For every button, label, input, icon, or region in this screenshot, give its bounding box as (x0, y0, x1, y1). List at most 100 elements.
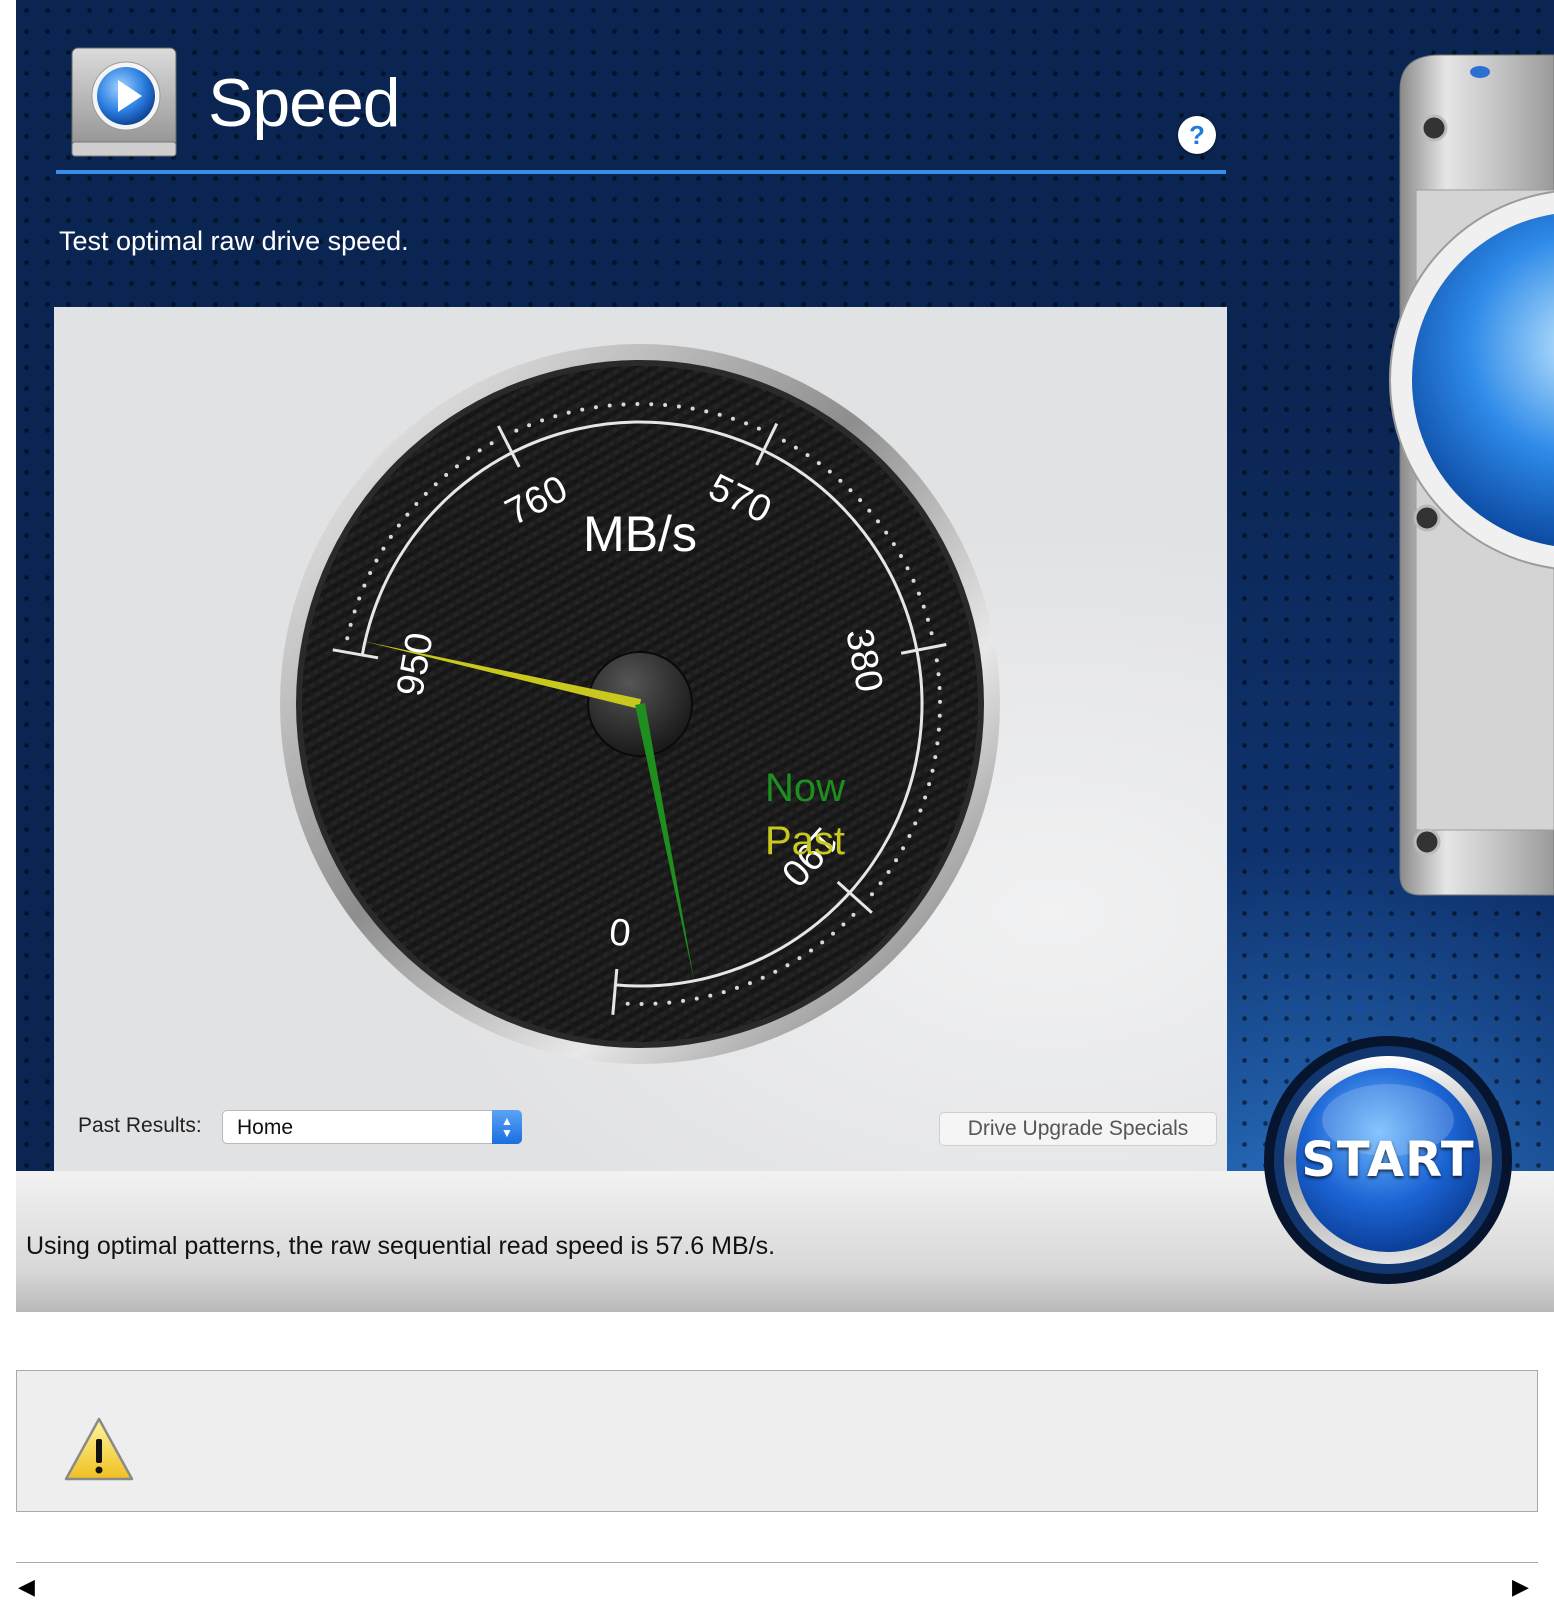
gauge-minor-tick (808, 948, 813, 953)
gauge-minor-tick (907, 833, 912, 838)
gauge-minor-tick (368, 570, 373, 575)
gauge-minor-tick (345, 636, 350, 641)
gauge-minor-tick (894, 858, 899, 863)
gauge-minor-tick (937, 699, 942, 704)
gauge-minor-tick (489, 441, 494, 446)
gauge-minor-tick (937, 713, 942, 718)
gauge-minor-tick (454, 464, 459, 469)
gauge-minor-tick (667, 1000, 672, 1005)
gauge-minor-tick (876, 519, 881, 524)
gauge-minor-tick (925, 617, 930, 622)
page-title: Speed (208, 65, 401, 141)
speed-gauge: 0190380570760950MB/sNowPast (280, 344, 1000, 1064)
gauge-minor-tick (805, 453, 810, 458)
gauge-minor-tick (374, 558, 379, 563)
gauge-minor-tick (848, 488, 853, 493)
gauge-minor-tick (734, 985, 739, 990)
scroll-right-icon[interactable]: ▶ (1512, 1574, 1529, 1600)
gauge-minor-tick (858, 498, 863, 503)
gauge-minor-tick (414, 502, 419, 507)
gauge-minor-tick (773, 969, 778, 974)
warning-icon (64, 1417, 134, 1481)
drive-play-icon (71, 47, 177, 157)
gauge-minor-tick (867, 508, 872, 513)
gauge-minor-tick (901, 846, 906, 851)
gauge-minor-tick (704, 409, 709, 414)
help-icon[interactable]: ? (1178, 116, 1216, 154)
gauge-minor-tick (721, 990, 726, 995)
gauge-minor-tick (838, 478, 843, 483)
gauge-minor-tick (649, 402, 654, 407)
gauge-minor-tick (625, 1001, 630, 1006)
gauge-minor-tick (477, 448, 482, 453)
gauge-minor-tick (898, 554, 903, 559)
status-message: Using optimal patterns, the raw sequenti… (26, 1232, 776, 1260)
gauge-minor-tick (760, 975, 765, 980)
title-divider (56, 170, 1226, 174)
gauge-minor-tick (841, 922, 846, 927)
gauge-minor-tick (927, 782, 932, 787)
gauge-legend-now: Now (765, 766, 845, 810)
gauge-minor-tick (663, 403, 668, 408)
gauge-minor-tick (708, 993, 713, 998)
gauge-minor-tick (607, 403, 612, 408)
gauge-minor-tick (869, 892, 874, 897)
gauge-minor-tick (357, 596, 362, 601)
gauge-minor-tick (730, 416, 735, 421)
gauge-minor-tick (923, 795, 928, 800)
gauge-minor-tick (466, 456, 471, 461)
gauge-minor-tick (930, 768, 935, 773)
gauge-minor-tick (884, 530, 889, 535)
gauge-minor-tick (540, 418, 545, 423)
gauge-minor-tick (933, 755, 938, 760)
gauge-minor-tick (793, 445, 798, 450)
gauge-minor-tick (937, 686, 942, 691)
gauge-minor-tick (921, 604, 926, 609)
gauge-legend-past: Past (765, 819, 845, 863)
gauge-minor-tick (816, 461, 821, 466)
chevron-up-down-icon: ▲ ▼ (492, 1110, 522, 1144)
gauge-minor-tick (676, 404, 681, 409)
gauge-minor-tick (653, 1001, 658, 1006)
gauge-minor-tick (905, 566, 910, 571)
gauge-minor-tick (781, 438, 786, 443)
page-subtitle: Test optimal raw drive speed. (59, 226, 409, 256)
gauge-minor-tick (348, 622, 353, 627)
speed-app-panel: Speed ? Test optimal raw drive speed. 0 … (16, 0, 1554, 1312)
gauge-minor-tick (878, 881, 883, 886)
start-button[interactable]: START (1260, 1032, 1516, 1288)
gauge-minor-tick (433, 482, 438, 487)
gauge-minor-tick (405, 512, 410, 517)
gauge-minor-tick (831, 931, 836, 936)
drive-upgrade-specials-button[interactable]: Drive Upgrade Specials (939, 1112, 1217, 1146)
gauge-minor-tick (566, 410, 571, 415)
gauge-minor-tick (388, 534, 393, 539)
gauge-minor-tick (756, 426, 761, 431)
hard-drive-illustration (1389, 54, 1554, 896)
gauge-minor-tick (935, 741, 940, 746)
scroll-left-icon[interactable]: ◀ (18, 1574, 35, 1600)
gauge-minor-tick (891, 542, 896, 547)
gauge-minor-tick (514, 428, 519, 433)
gauge-minor-tick (352, 609, 357, 614)
gauge-unit-label: MB/s (583, 506, 697, 562)
gauge-minor-tick (934, 658, 939, 663)
gauge-minor-tick (785, 963, 790, 968)
gauge-tick-label: 0 (608, 909, 633, 953)
gauge-panel: 0 190 380 570 760 950 MB/s Now Past Past Results… (54, 307, 1227, 1171)
warning-box (16, 1370, 1538, 1512)
gauge-minor-tick (916, 591, 921, 596)
start-button-label: START (1301, 1132, 1475, 1188)
gauge-minor-tick (820, 940, 825, 945)
past-results-value: Home (237, 1116, 294, 1139)
gauge-minor-tick (593, 405, 598, 410)
gauge-minor-tick (681, 998, 686, 1003)
gauge-minor-tick (827, 469, 832, 474)
past-results-label: Past Results: (78, 1114, 202, 1137)
gauge-minor-tick (580, 407, 585, 412)
past-results-select[interactable]: Home ▲ ▼ (222, 1110, 522, 1144)
scroll-divider (16, 1562, 1538, 1563)
gauge-minor-tick (929, 631, 934, 636)
gauge-minor-tick (396, 523, 401, 528)
gauge-minor-tick (444, 473, 449, 478)
